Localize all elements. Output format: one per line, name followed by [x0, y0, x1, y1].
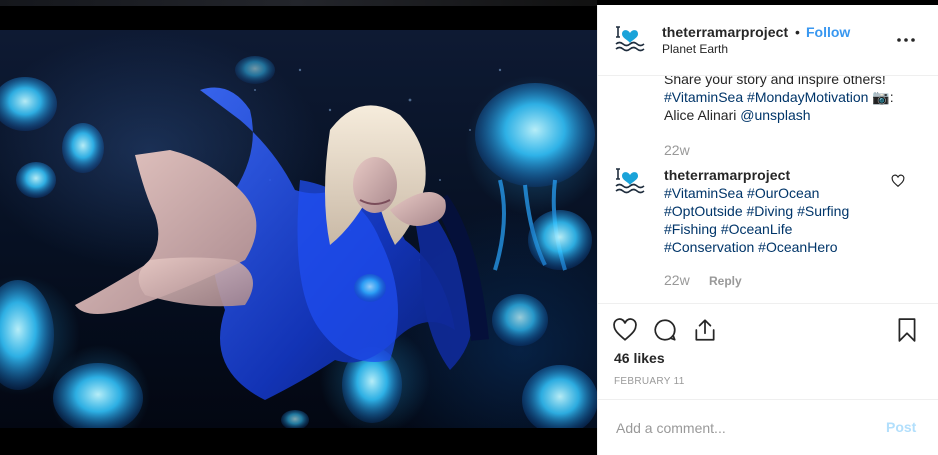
comment-line: #OptOutside #Diving #Surfing [664, 202, 849, 220]
bookmark-icon[interactable] [894, 317, 920, 343]
hashtag-link[interactable]: #MondayMotivation [747, 89, 868, 105]
caption-line: Alice Alinari @unsplash [664, 107, 811, 123]
photo-top-border [0, 0, 597, 30]
hashtag-link[interactable]: #Diving [747, 203, 794, 219]
instagram-post-modal: theterramarproject • Follow Planet Earth… [0, 0, 938, 455]
hashtag-link[interactable]: #OceanLife [721, 221, 793, 237]
header-location[interactable]: Planet Earth [662, 42, 728, 56]
post-actions: 46 likes FEBRUARY 11 [598, 303, 938, 400]
add-comment-bar: Post [598, 399, 938, 455]
hashtag-link[interactable]: #OptOutside [664, 203, 743, 219]
comment-time[interactable]: 22w [664, 272, 690, 288]
hashtag-link[interactable]: #VitaminSea [664, 89, 743, 105]
comment-username[interactable]: theterramarproject [664, 167, 790, 183]
reply-button[interactable]: Reply [709, 274, 742, 288]
follow-button[interactable]: Follow [806, 24, 850, 40]
post-photo[interactable] [0, 0, 597, 455]
comment-line: #Fishing #OceanLife [664, 220, 792, 238]
underwater-scene-image [0, 30, 597, 428]
post-date[interactable]: FEBRUARY 11 [614, 376, 685, 387]
terramar-logo-avatar[interactable] [614, 22, 646, 54]
hashtag-link[interactable]: #Fishing [664, 221, 717, 237]
comment-like-heart-icon[interactable] [891, 174, 905, 188]
camera-emoji-text: 📷: [868, 89, 894, 105]
comment-icon[interactable] [652, 317, 678, 343]
share-icon[interactable] [692, 317, 718, 343]
heart-icon[interactable] [612, 317, 638, 343]
post-comment-button[interactable]: Post [886, 419, 916, 435]
likes-count[interactable]: 46 likes [614, 350, 665, 366]
comment-input[interactable] [614, 417, 868, 439]
comments-list[interactable]: Share your story and inspire others! #Vi… [598, 76, 938, 302]
comment-line: #Conservation #OceanHero [664, 238, 838, 256]
comment-time[interactable]: 22w [664, 142, 690, 158]
post-side-panel: theterramarproject • Follow Planet Earth… [597, 5, 938, 455]
caption-line: Share your story and inspire others! [664, 76, 886, 87]
more-options-icon[interactable] [894, 28, 918, 52]
caption-line: #VitaminSea #MondayMotivation 📷: [664, 88, 894, 106]
hashtag-link[interactable]: #OceanHero [758, 239, 837, 255]
underwater-illustration [0, 56, 597, 428]
hashtag-link[interactable]: #Conservation [664, 239, 754, 255]
mention-link[interactable]: @unsplash [740, 107, 810, 123]
header-username[interactable]: theterramarproject [662, 24, 788, 40]
header-separator: • [795, 24, 800, 40]
post-header: theterramarproject • Follow Planet Earth [598, 5, 938, 76]
photo-bottom-border [0, 428, 597, 455]
hashtag-link[interactable]: #VitaminSea [664, 185, 743, 201]
hashtag-link[interactable]: #Surfing [797, 203, 849, 219]
comment-line: #VitaminSea #OurOcean [664, 184, 819, 202]
terramar-logo-avatar[interactable] [614, 164, 646, 196]
hashtag-link[interactable]: #OurOcean [747, 185, 819, 201]
